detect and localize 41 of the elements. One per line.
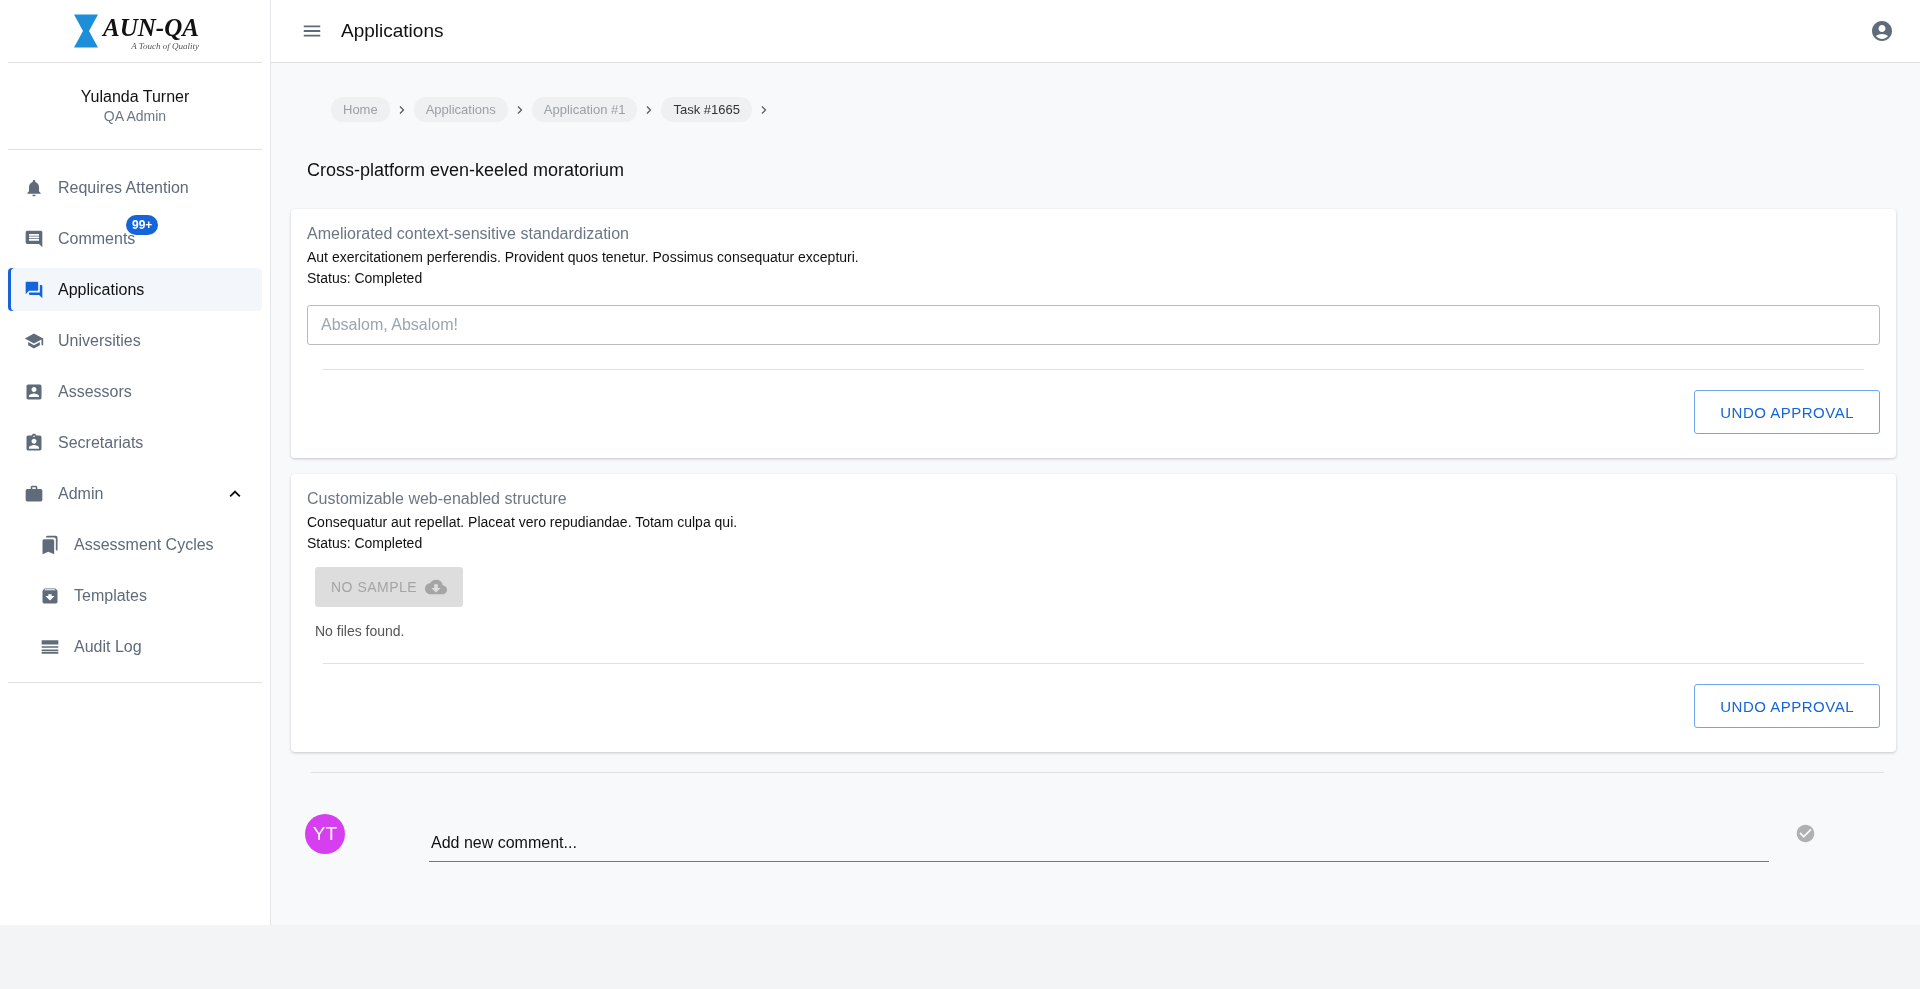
- chevron-icon: [515, 104, 524, 115]
- user-avatar: YT: [305, 813, 345, 854]
- chevron-icon: [759, 104, 768, 115]
- sidebar-item[interactable]: Secretariats: [8, 421, 262, 464]
- sidebar-item[interactable]: Admin: [8, 472, 262, 515]
- empty-files-text: No files found.: [315, 623, 405, 639]
- logo-tagline: A Touch of Quality: [131, 41, 199, 51]
- bell-icon: [24, 177, 44, 198]
- status-text: Status: Completed: [307, 270, 423, 286]
- sidebar-item[interactable]: Templates: [8, 574, 262, 617]
- logo-text: AUN-QA: [103, 15, 199, 41]
- comment-field[interactable]: Add new comment...: [429, 825, 1769, 862]
- sidebar-item[interactable]: Universities: [8, 319, 262, 362]
- card-description: Consequatur aut repellat. Placeat vero repudiandae. Totam culpa qui.: [307, 514, 738, 530]
- sidebar-item[interactable]: Requires Attention: [8, 166, 262, 209]
- user-role: QA Admin: [103, 108, 167, 124]
- card-title: Customizable web-enabled structure: [307, 490, 567, 508]
- user-name: Yulanda Turner: [80, 88, 190, 106]
- forum-icon: [24, 279, 44, 300]
- briefcase-icon: [24, 483, 44, 504]
- undo-approval-button[interactable]: UNDO APPROVAL: [1694, 684, 1880, 728]
- bookmarks-icon: [40, 534, 60, 555]
- status-text: Status: Completed: [307, 535, 423, 551]
- sidebar-item[interactable]: Assessment Cycles: [8, 523, 262, 566]
- count-badge: 99+: [126, 215, 159, 235]
- page-header-title: Applications: [341, 20, 444, 42]
- sidebar-item[interactable]: Audit Log: [8, 625, 262, 668]
- answer-field[interactable]: Absalom, Absalom!: [307, 305, 1880, 345]
- sidebar-item[interactable]: Assessors: [8, 370, 262, 413]
- card-title: Ameliorated context-sensitive standardization: [307, 225, 629, 243]
- account-icon[interactable]: [1870, 19, 1894, 43]
- badge-icon: [24, 432, 44, 453]
- comment-icon: [24, 228, 44, 249]
- chevron-icon: [645, 104, 654, 115]
- page-title: Cross-platform even-keeled moratorium: [307, 160, 626, 181]
- sidebar-item[interactable]: Comments 99+: [8, 217, 262, 260]
- sidebar-item[interactable]: Applications: [8, 268, 262, 311]
- breadcrumb-link[interactable]: Task #1665: [661, 97, 752, 122]
- card-description: Aut exercitationem perferendis. Provident quos tenetur. Possimus consequatur excepturi.: [307, 249, 859, 265]
- chevron-icon: [397, 104, 406, 115]
- undo-approval-button[interactable]: UNDO APPROVAL: [1694, 390, 1880, 434]
